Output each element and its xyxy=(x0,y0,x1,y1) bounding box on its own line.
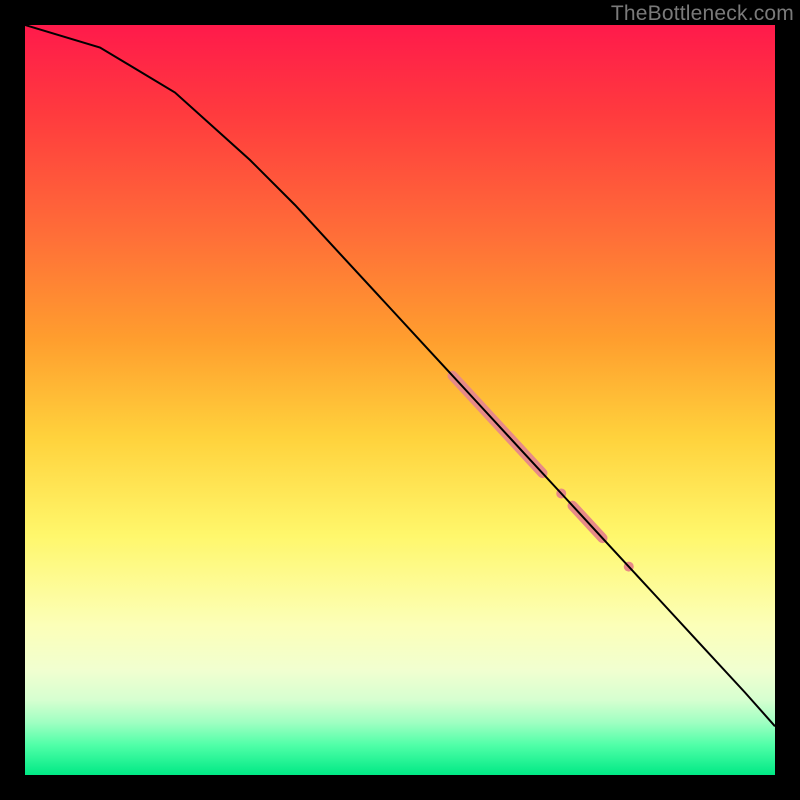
main-curve xyxy=(25,25,775,726)
chart-frame: TheBottleneck.com xyxy=(0,0,800,800)
watermark: TheBottleneck.com xyxy=(611,2,794,26)
plot-area xyxy=(25,25,775,775)
curve-svg xyxy=(25,25,775,775)
